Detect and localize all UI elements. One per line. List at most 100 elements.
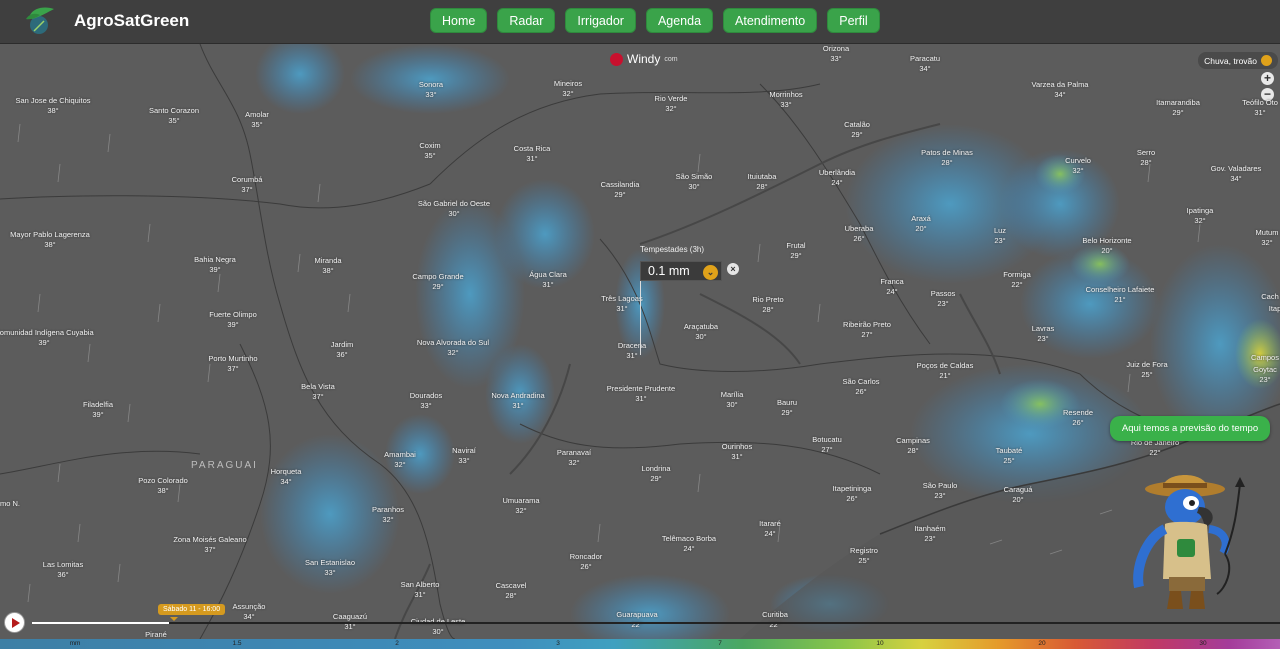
city-temperature: 29° (650, 474, 662, 483)
city-temperature: 28° (941, 158, 953, 167)
city-temperature: 25° (1003, 456, 1015, 465)
city-name: Passos (930, 289, 956, 298)
city-label: Fuerte Olimpo 39° (209, 310, 257, 330)
city-name: Costa Rica (513, 144, 551, 153)
city-name: Amolar (245, 110, 269, 119)
nav-perfil-button[interactable]: Perfil (827, 8, 880, 33)
city-name: Patos de Minas (921, 148, 973, 157)
city-label: Três Lagoas 31° (601, 294, 642, 314)
city-name: Paranavaí (556, 448, 592, 457)
city-name: Rio Verde (654, 94, 688, 103)
city-name: Amambai (384, 450, 416, 459)
city-name: São Gabriel do Oeste (417, 199, 491, 208)
city-temperature: 26° (580, 562, 592, 571)
timeline-bar[interactable] (32, 622, 1280, 624)
city-temperature: 31° (626, 351, 638, 360)
nav-irrigador-button[interactable]: Irrigador (565, 8, 636, 33)
play-button[interactable] (4, 612, 25, 633)
city-name: Campo Grande (412, 272, 464, 281)
city-label: Curvelo 32° (1065, 156, 1091, 176)
nav-atendimento-button[interactable]: Atendimento (723, 8, 818, 33)
city-name: Mutum (1255, 228, 1279, 237)
city-label: Rio Verde 32° (655, 94, 688, 114)
timeline-time-badge[interactable]: Sábado 11 - 16:00 (158, 604, 226, 621)
scale-tick: 1.5 (232, 640, 242, 647)
city-label: Horqueta 34° (271, 467, 302, 487)
country-label: PARAGUAI (191, 460, 258, 471)
city-label: Ribeirão Preto 27° (843, 320, 891, 340)
city-label: Nova Andradina 31° (491, 391, 544, 411)
city-temperature: 24° (886, 287, 898, 296)
city-temperature: 34° (1054, 90, 1066, 99)
city-label: Rio de Janeiro 22° (1131, 438, 1179, 458)
city-label: Pozo Colorado 38° (138, 476, 188, 496)
picker-value-box[interactable]: 0.1 mm ⌄ (640, 261, 722, 281)
city-label: Araxá 20° (911, 214, 931, 234)
agrosatgreen-logo-icon[interactable] (22, 3, 58, 39)
city-label: Formiga 22° (1003, 270, 1031, 290)
brand-name[interactable]: AgroSatGreen (74, 11, 189, 31)
chevron-down-icon[interactable]: ⌄ (703, 265, 718, 280)
city-name: Paracatu (909, 54, 941, 63)
city-temperature: 33° (420, 401, 432, 410)
city-temperature: 30° (726, 400, 738, 409)
scale-tick: 30 (1199, 640, 1207, 647)
city-label: São Carlos 26° (842, 377, 879, 397)
city-temperature: 24° (764, 529, 776, 538)
city-name: Araxá (911, 214, 931, 223)
city-name: Cassilandia (600, 180, 640, 189)
city-label: Miranda 38° (314, 256, 341, 276)
city-temperature: 27° (861, 330, 873, 339)
nav-home-button[interactable]: Home (430, 8, 488, 33)
city-name: Água Clara (529, 270, 567, 279)
city-temperature: 32° (382, 515, 394, 524)
city-name: Araçatuba (683, 322, 719, 331)
city-label: Resende 26° (1063, 408, 1093, 428)
city-label: Jardim 36° (331, 340, 354, 360)
city-label: Teófilo Oto 31° (1242, 98, 1278, 118)
city-temperature: 26° (853, 234, 865, 243)
picker-stem (640, 281, 641, 355)
city-name: Nova Andradina (491, 391, 545, 400)
windy-attribution[interactable]: Windy com (610, 52, 678, 66)
nav-radar-button[interactable]: Radar (497, 8, 556, 33)
city-label: Presidente Prudente 31° (607, 384, 675, 404)
city-temperature: 31° (414, 590, 426, 599)
chat-bubble-button[interactable]: Aqui temos a previsão do tempo (1110, 416, 1270, 441)
city-name: Santo Corazon (148, 106, 200, 115)
city-label: Campinas 28° (896, 436, 930, 456)
close-icon[interactable]: × (727, 263, 739, 275)
city-label: Ipatinga 32° (1187, 206, 1214, 226)
city-label: Serro 28° (1137, 148, 1155, 168)
city-name: Curvelo (1065, 156, 1091, 165)
city-name: Telêmaco Borba (661, 534, 717, 543)
city-name: Frutal (786, 241, 806, 250)
macaw-mascot-icon[interactable] (1125, 469, 1255, 619)
scale-unit: mm (69, 640, 81, 647)
zoom-in-button[interactable]: + (1261, 72, 1274, 85)
city-temperature: 23° (994, 236, 1006, 245)
city-name: Campinas (896, 436, 930, 445)
weather-map[interactable]: Windy com Chuva, trovão + − PARAGUAI Oriz… (0, 44, 1280, 639)
city-temperature: 26° (855, 387, 867, 396)
city-name: Belo Horizonte (1082, 236, 1132, 245)
city-name: Taubaté (995, 446, 1023, 455)
city-temperature: 38° (44, 240, 56, 249)
city-temperature: 21° (1114, 295, 1126, 304)
city-label: Paranavaí 32° (557, 448, 591, 468)
city-name: Bauru (776, 398, 798, 407)
city-name: Varzea da Palma (1031, 80, 1089, 89)
city-temperature: 39° (209, 265, 221, 274)
nav-agenda-button[interactable]: Agenda (645, 8, 714, 33)
city-temperature: 20° (1101, 246, 1113, 255)
city-label: Cascavel 28° (496, 581, 527, 601)
timeline-progress (32, 622, 170, 624)
city-temperature: 32° (515, 506, 527, 515)
city-temperature: 31° (616, 304, 628, 313)
city-name: Nova Alvorada do Sul (416, 338, 490, 347)
city-name: Três Lagoas (601, 294, 643, 303)
layer-selector[interactable]: Chuva, trovão (1198, 52, 1278, 69)
city-name: Mineiros (553, 79, 583, 88)
city-name: Formiga (1003, 270, 1031, 279)
city-temperature: 35° (424, 151, 436, 160)
